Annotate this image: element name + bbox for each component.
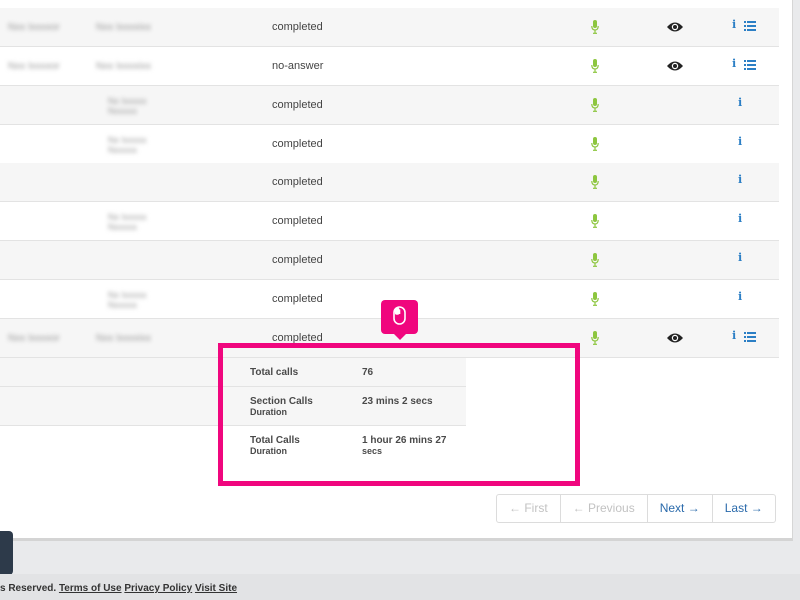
mouse-cursor-icon bbox=[393, 306, 406, 325]
privacy-policy-link[interactable]: Privacy Policy bbox=[124, 583, 192, 594]
call-status-cell: completed bbox=[272, 293, 323, 305]
caller-name-cell: Nxx Ixxxxor bbox=[8, 61, 60, 72]
agent-name-cell: Nx Ixxxxx Nxxxxx bbox=[108, 290, 147, 310]
info-icon[interactable]: i bbox=[738, 173, 744, 186]
table-row: Nxx Ixxxxor Nxx Ixxxxixx completed i bbox=[0, 8, 779, 47]
microphone-icon[interactable] bbox=[591, 331, 599, 345]
table-row: Nx Ixxxxx Nxxxxx completed i bbox=[0, 125, 779, 164]
last-page-button[interactable]: Last → bbox=[713, 495, 775, 522]
call-status-cell: completed bbox=[272, 99, 323, 111]
call-status-cell: completed bbox=[272, 21, 323, 33]
info-icon[interactable]: i bbox=[732, 57, 738, 70]
info-icon[interactable]: i bbox=[732, 329, 738, 342]
agent-name-cell: Nx Ixxxxx Nxxxxx bbox=[108, 135, 147, 155]
terms-of-use-link[interactable]: Terms of Use bbox=[59, 583, 122, 594]
microphone-icon[interactable] bbox=[591, 214, 599, 228]
info-icon[interactable]: i bbox=[738, 290, 744, 303]
microphone-icon[interactable] bbox=[591, 98, 599, 112]
microphone-icon[interactable] bbox=[591, 59, 599, 73]
info-icon[interactable]: i bbox=[738, 135, 744, 148]
call-status-cell: no-answer bbox=[272, 60, 324, 72]
previous-page-button[interactable]: ← Previous bbox=[561, 495, 648, 522]
pagination: ← First ← Previous Next → Last → bbox=[496, 494, 776, 523]
side-drawer-tab[interactable] bbox=[0, 531, 13, 575]
table-row: Nxx Ixxxxor Nxx Ixxxxixx no-answer i bbox=[0, 47, 779, 86]
agent-name-cell: Nx Ixxxxx Nxxxxx bbox=[108, 96, 147, 116]
page-footer: s Reserved. Terms of Use Privacy Policy … bbox=[0, 574, 800, 600]
eye-icon[interactable] bbox=[666, 21, 684, 33]
list-icon[interactable] bbox=[744, 332, 756, 342]
agent-name-cell: Nx Ixxxxx Nxxxxx bbox=[108, 212, 147, 232]
agent-name-cell: Nxx Ixxxxixx bbox=[96, 22, 151, 33]
table-row: Nx Ixxxxx Nxxxxx completed i bbox=[0, 202, 779, 241]
microphone-icon[interactable] bbox=[591, 292, 599, 306]
visit-site-link[interactable]: Visit Site bbox=[195, 583, 237, 594]
caller-name-cell: Nxx Ixxxxor bbox=[8, 333, 60, 344]
table-row: completed i bbox=[0, 241, 779, 280]
eye-icon[interactable] bbox=[666, 332, 684, 344]
info-icon[interactable]: i bbox=[732, 18, 738, 31]
microphone-icon[interactable] bbox=[591, 253, 599, 267]
eye-icon[interactable] bbox=[666, 60, 684, 72]
call-status-cell: completed bbox=[272, 215, 323, 227]
call-status-cell: completed bbox=[272, 176, 323, 188]
footer-text: s Reserved. Terms of Use Privacy Policy … bbox=[0, 583, 237, 594]
table-row: completed i bbox=[0, 163, 779, 202]
list-icon[interactable] bbox=[744, 60, 756, 70]
next-page-button[interactable]: Next → bbox=[648, 495, 713, 522]
table-row: Nx Ixxxxx Nxxxxx completed i bbox=[0, 86, 779, 125]
call-status-cell: completed bbox=[272, 138, 323, 150]
microphone-icon[interactable] bbox=[591, 175, 599, 189]
summary-highlight-box bbox=[218, 343, 580, 486]
agent-name-cell: Nxx Ixxxxixx bbox=[96, 333, 151, 344]
copyright-text: s Reserved. bbox=[0, 583, 57, 594]
microphone-icon[interactable] bbox=[591, 137, 599, 151]
microphone-icon[interactable] bbox=[591, 20, 599, 34]
info-icon[interactable]: i bbox=[738, 212, 744, 225]
info-icon[interactable]: i bbox=[738, 251, 744, 264]
agent-name-cell: Nxx Ixxxxixx bbox=[96, 61, 151, 72]
info-icon[interactable]: i bbox=[738, 96, 744, 109]
call-status-cell: completed bbox=[272, 254, 323, 266]
click-indicator-badge bbox=[381, 300, 418, 340]
list-icon[interactable] bbox=[744, 21, 756, 31]
first-page-button[interactable]: ← First bbox=[497, 495, 561, 522]
caller-name-cell: Nxx Ixxxxor bbox=[8, 22, 60, 33]
